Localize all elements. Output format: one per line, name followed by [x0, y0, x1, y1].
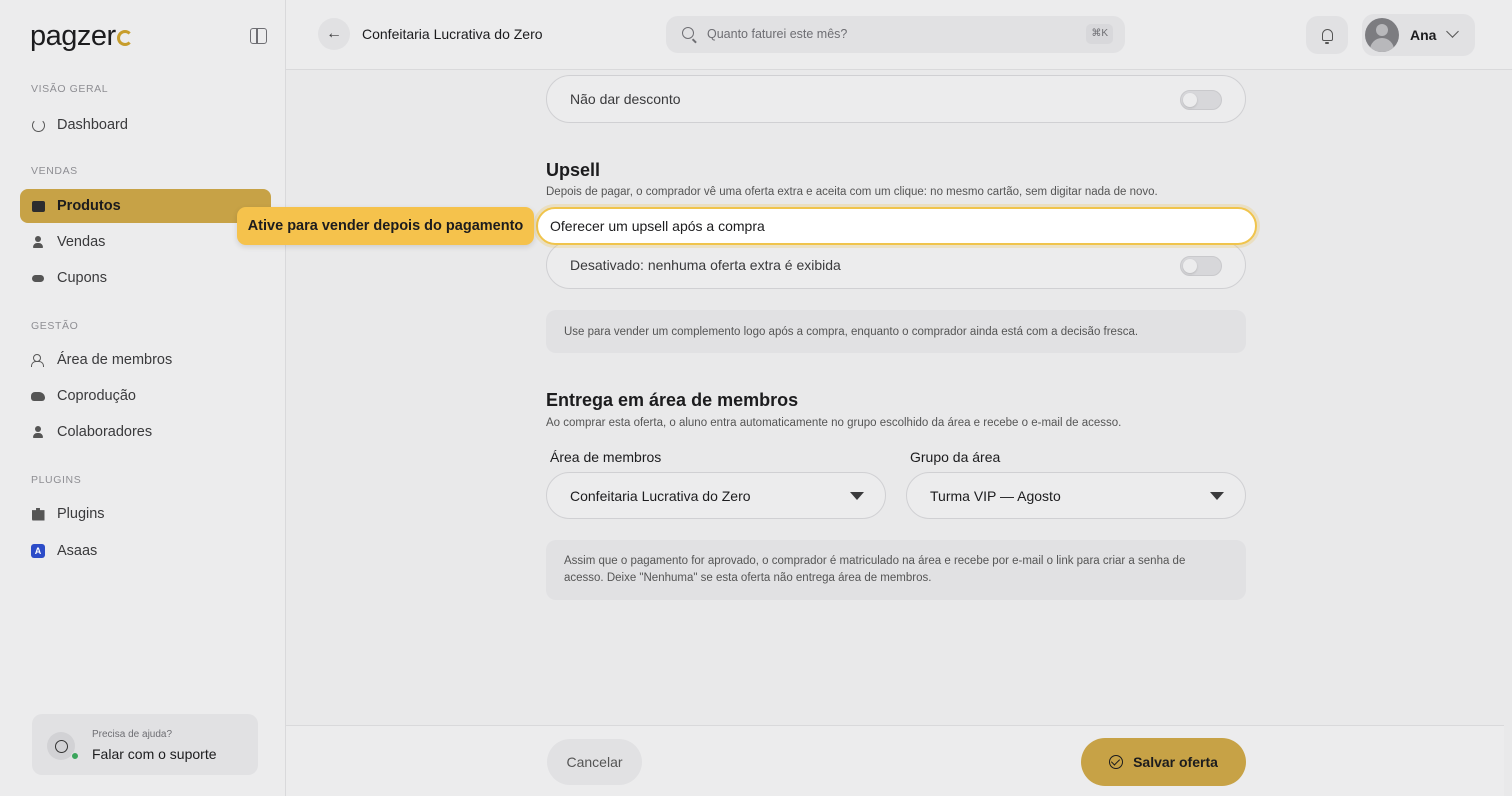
form-footer: Cancelar Salvar oferta: [286, 725, 1504, 796]
caret-down-icon: [1210, 492, 1224, 500]
user-name: Ana: [1410, 27, 1437, 43]
section-label-gestao: GESTÃO: [31, 320, 79, 332]
sidebar: pagzer VISÃO GERAL Dashboard VENDAS Prod…: [0, 0, 286, 796]
sidebar-item-label: Produtos: [57, 198, 121, 214]
person-icon: [31, 235, 45, 249]
sidebar-item-produtos[interactable]: Produtos: [20, 189, 271, 223]
logo-ring-icon: [116, 30, 133, 46]
sidebar-item-dashboard[interactable]: Dashboard: [20, 108, 271, 142]
search-shortcut: ⌘K: [1086, 24, 1113, 44]
sidebar-item-colaboradores[interactable]: Colaboradores: [20, 415, 271, 449]
user-menu-button[interactable]: Ana: [1362, 14, 1475, 56]
sidebar-item-coproducao[interactable]: Coprodução: [20, 379, 271, 413]
back-button[interactable]: ←: [318, 18, 350, 50]
upsell-status-label: Desativado: nenhuma oferta extra é exibi…: [570, 257, 841, 273]
avatar: [1365, 18, 1399, 52]
section-label-plugins: PLUGINS: [31, 474, 82, 486]
upsell-offer-label: Oferecer um upsell após a compra: [550, 218, 765, 234]
members-description: Ao comprar esta oferta, o aluno entra au…: [546, 417, 1122, 429]
search-placeholder: Quanto faturei este mês?: [707, 27, 848, 41]
cancel-button[interactable]: Cancelar: [547, 739, 642, 785]
discount-option-row: Não dar desconto: [546, 75, 1246, 123]
members-group-value: Turma VIP — Agosto: [930, 488, 1061, 504]
upsell-toggle[interactable]: [1180, 256, 1222, 276]
dashboard-icon: [31, 118, 45, 132]
discount-toggle[interactable]: [1180, 90, 1222, 110]
upsell-description: Depois de pagar, o comprador vê uma ofer…: [546, 186, 1158, 198]
puzzle-icon: [31, 507, 45, 521]
upsell-heading: Upsell: [546, 160, 601, 180]
sidebar-item-label: Asaas: [57, 543, 98, 559]
members-area-value: Confeitaria Lucrativa do Zero: [570, 488, 751, 504]
sidebar-item-area-de-membros[interactable]: Área de membros: [20, 343, 271, 377]
check-circle-icon: [1109, 755, 1124, 769]
members-heading: Entrega em área de membros: [546, 390, 799, 410]
support-title: Precisa de ajuda?: [92, 729, 173, 740]
upsell-info-box: Use para vender um complemento logo após…: [546, 310, 1246, 353]
sidebar-item-vendas[interactable]: Vendas: [20, 225, 271, 259]
members-group-select[interactable]: Turma VIP — Agosto: [906, 472, 1246, 519]
sidebar-item-label: Coprodução: [57, 388, 136, 404]
tooltip-callout: Ative para vender depois do pagamento: [237, 207, 534, 245]
search-icon: [682, 27, 694, 39]
users-icon: [31, 353, 45, 367]
handshake-icon: [31, 389, 45, 403]
support-card[interactable]: Precisa de ajuda? Falar com o suporte: [32, 714, 258, 775]
ticket-icon: [31, 271, 45, 285]
topbar: ← Confeitaria Lucrativa do Zero Quanto f…: [286, 0, 1512, 70]
notifications-button[interactable]: [1306, 16, 1348, 54]
box-icon: [31, 199, 45, 213]
upsell-status-row: Desativado: nenhuma oferta extra é exibi…: [546, 241, 1246, 289]
sidebar-item-asaas[interactable]: A Asaas: [20, 534, 271, 568]
sidebar-item-plugins[interactable]: Plugins: [20, 497, 271, 531]
sidebar-item-label: Colaboradores: [57, 424, 153, 440]
upsell-offer-toggle-field[interactable]: Oferecer um upsell após a compra: [536, 207, 1257, 245]
discount-option-label: Não dar desconto: [570, 91, 681, 107]
caret-down-icon: [850, 492, 864, 500]
members-info-box: Assim que o pagamento for aprovado, o co…: [546, 540, 1246, 600]
arrow-left-icon: ←: [326, 25, 342, 42]
person-icon: [31, 425, 45, 439]
save-offer-label: Salvar oferta: [1133, 754, 1218, 770]
sidebar-item-label: Dashboard: [57, 117, 128, 133]
members-area-label: Área de membros: [550, 449, 662, 465]
bell-icon: [1321, 29, 1333, 44]
members-group-label: Grupo da área: [910, 449, 1001, 465]
chevron-down-icon: [1446, 25, 1459, 38]
page-title: Confeitaria Lucrativa do Zero: [362, 26, 543, 42]
online-status-dot: [71, 752, 79, 760]
sidebar-item-label: Área de membros: [57, 352, 173, 368]
asaas-icon: A: [31, 544, 45, 558]
save-offer-button[interactable]: Salvar oferta: [1081, 738, 1246, 786]
sidebar-item-label: Cupons: [57, 270, 107, 286]
section-label-visao-geral: VISÃO GERAL: [31, 83, 109, 95]
search-input[interactable]: Quanto faturei este mês? ⌘K: [666, 16, 1125, 53]
sidebar-item-cupons[interactable]: Cupons: [20, 261, 271, 295]
sidebar-item-label: Vendas: [57, 234, 106, 250]
members-area-select[interactable]: Confeitaria Lucrativa do Zero: [546, 472, 886, 519]
sidebar-toggle-icon[interactable]: [250, 28, 267, 44]
logo[interactable]: pagzer: [30, 20, 133, 53]
sidebar-item-label: Plugins: [57, 506, 105, 522]
section-label-vendas: VENDAS: [31, 165, 78, 177]
support-action: Falar com o suporte: [92, 746, 217, 762]
